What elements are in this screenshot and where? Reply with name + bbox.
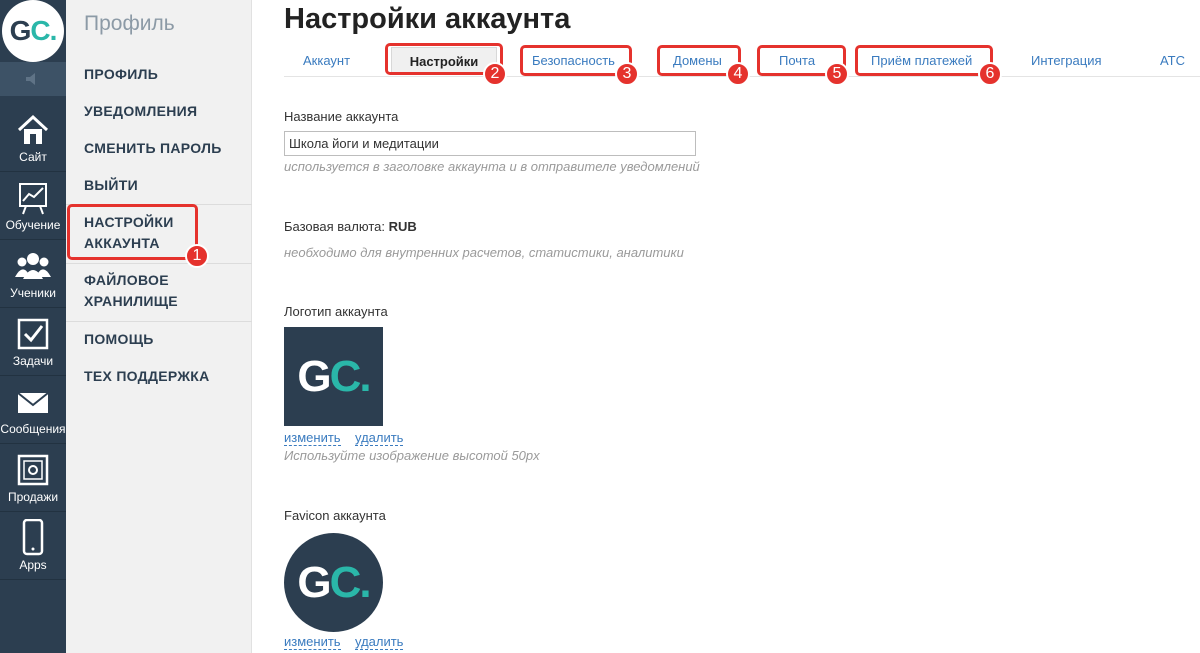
rail-item-learning[interactable]: Обучение: [0, 172, 66, 240]
currency-label: Базовая валюта:: [284, 219, 385, 234]
rail-item-students[interactable]: Ученики: [0, 240, 66, 308]
rail-label: Обучение: [5, 218, 61, 232]
annotation-badge: 5: [825, 62, 849, 86]
page-title: Настройки аккаунта: [284, 3, 571, 35]
app-window: GC. Сайт Обучение Ученики Задачи Сообщен…: [0, 0, 1200, 653]
profile-menu: Профиль ПРОФИЛЬ УВЕДОМЛЕНИЯ СМЕНИТЬ ПАРО…: [66, 0, 252, 653]
annotation-badge: 3: [615, 62, 639, 86]
logo-text: GC.: [9, 15, 58, 46]
annotation-badge: 4: [726, 62, 750, 86]
menu-title: Профиль: [84, 12, 175, 35]
menu-item-help[interactable]: ПОМОЩЬ: [84, 329, 154, 350]
menu-item-label: ХРАНИЛИЩЕ: [84, 293, 178, 309]
rail-item-messages[interactable]: Сообщения: [0, 376, 66, 444]
account-logo-image: GC.: [284, 327, 383, 426]
logo-hint: Используйте изображение высотой 50px: [284, 448, 540, 463]
logo-delete-link[interactable]: удалить: [355, 430, 404, 446]
annotation-highlight: [855, 45, 993, 76]
checkbox-icon: [15, 316, 51, 352]
menu-item-notifications[interactable]: УВЕДОМЛЕНИЯ: [84, 101, 197, 122]
envelope-icon: [15, 384, 51, 420]
favicon-image-text: GC.: [297, 557, 371, 607]
rail-item-tasks[interactable]: Задачи: [0, 308, 66, 376]
annotation-badge: 1: [185, 244, 209, 268]
rail-label: Apps: [19, 558, 47, 572]
menu-item-logout[interactable]: ВЫЙТИ: [84, 175, 138, 196]
menu-divider: [66, 263, 252, 264]
currency-value: RUB: [388, 219, 417, 234]
logo-image-text: GC.: [297, 351, 371, 401]
annotation-badge: 6: [978, 62, 1002, 86]
icon-rail: GC. Сайт Обучение Ученики Задачи Сообщен…: [0, 0, 66, 653]
rail-item-site[interactable]: Сайт: [0, 104, 66, 172]
tab-integration[interactable]: Интеграция: [1031, 53, 1102, 68]
account-name-hint: используется в заголовке аккаунта и в от…: [284, 159, 700, 174]
account-name-input[interactable]: [284, 131, 696, 156]
logo-change-link[interactable]: изменить: [284, 430, 341, 446]
favicon-image: GC.: [284, 533, 383, 632]
phone-icon: [15, 519, 51, 556]
menu-divider: [66, 321, 252, 322]
tab-account[interactable]: Аккаунт: [303, 53, 350, 68]
account-name-label: Название аккаунта: [284, 109, 399, 124]
favicon-label: Favicon аккаунта: [284, 508, 386, 523]
rail-label: Задачи: [12, 354, 54, 368]
favicon-change-link[interactable]: изменить: [284, 634, 341, 650]
tab-ats[interactable]: АТС: [1160, 53, 1185, 68]
menu-item-support[interactable]: ТЕХ ПОДДЕРЖКА: [84, 366, 210, 387]
rail-label: Сайт: [19, 150, 47, 164]
annotation-highlight: [67, 204, 198, 260]
rail-item-apps[interactable]: Apps: [0, 512, 66, 580]
home-icon: [15, 112, 51, 148]
menu-item-profile[interactable]: ПРОФИЛЬ: [84, 64, 158, 85]
rail-label: Продажи: [7, 490, 59, 504]
currency-row: Базовая валюта: RUB: [284, 219, 417, 234]
rail-label: Ученики: [10, 286, 56, 300]
favicon-delete-link[interactable]: удалить: [355, 634, 404, 650]
rail-item-sales[interactable]: Продажи: [0, 444, 66, 512]
safe-icon: [15, 452, 51, 488]
menu-item-change-password[interactable]: СМЕНИТЬ ПАРОЛЬ: [84, 138, 222, 159]
logo-disc: GC.: [2, 0, 64, 62]
chart-easel-icon: [15, 180, 51, 216]
menu-item-file-storage[interactable]: ФАЙЛОВОЕ ХРАНИЛИЩЕ: [84, 270, 178, 312]
currency-hint: необходимо для внутренних расчетов, стат…: [284, 245, 684, 260]
app-logo[interactable]: GC.: [0, 0, 66, 62]
annotation-badge: 2: [483, 62, 507, 86]
menu-item-label: ФАЙЛОВОЕ: [84, 272, 169, 288]
main-content: Настройки аккаунта Аккаунт Настройки Без…: [252, 0, 1200, 653]
speaker-icon[interactable]: [0, 62, 66, 96]
rail-label: Сообщения: [0, 422, 66, 436]
users-icon: [15, 248, 51, 284]
logo-label: Логотип аккаунта: [284, 304, 388, 319]
